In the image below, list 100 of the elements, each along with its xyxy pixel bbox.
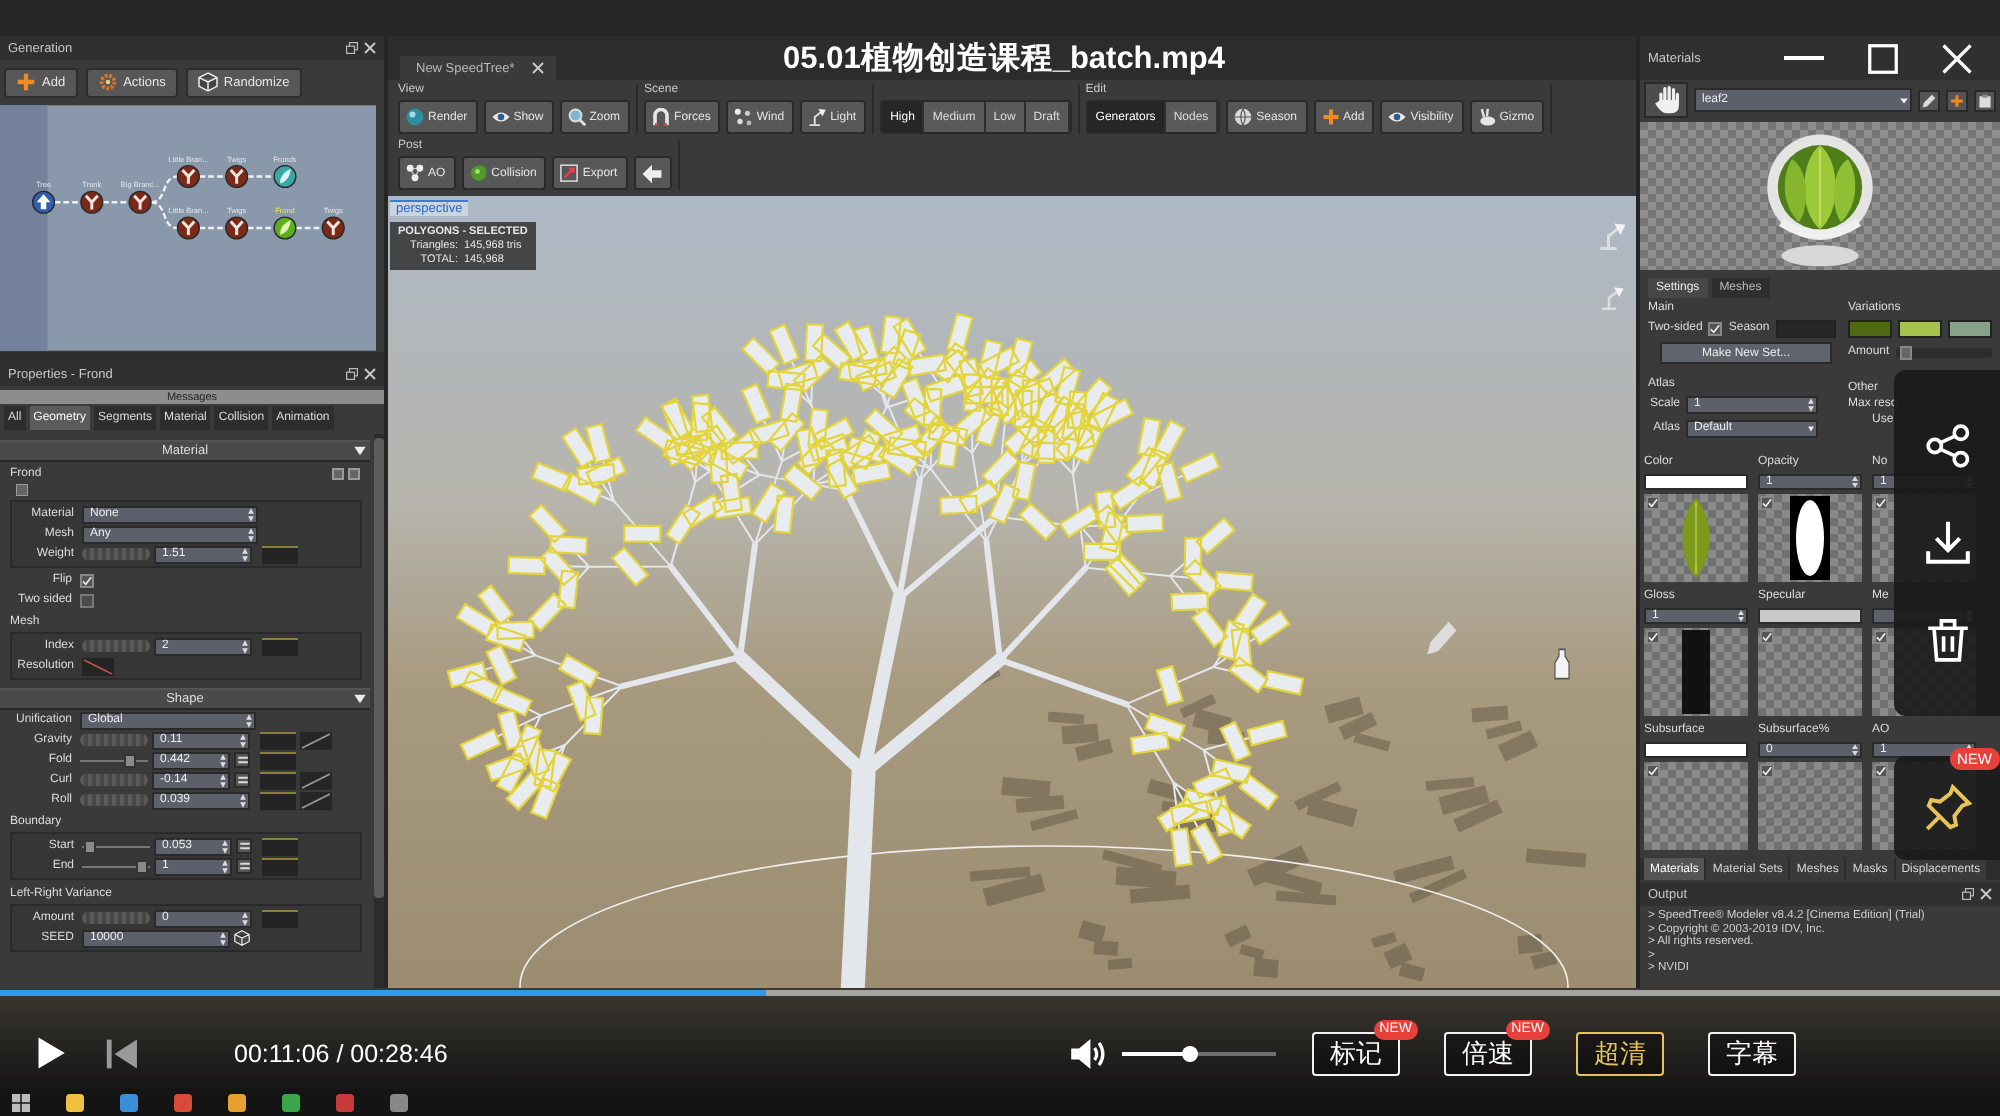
drag-field[interactable] bbox=[82, 912, 150, 924]
slider-track[interactable] bbox=[80, 753, 148, 767]
color-swatch[interactable] bbox=[1644, 742, 1748, 758]
link-button[interactable] bbox=[236, 838, 252, 854]
drag-field[interactable] bbox=[80, 734, 148, 746]
link-button[interactable] bbox=[236, 858, 252, 874]
play-button[interactable] bbox=[36, 1036, 66, 1070]
checkbox[interactable] bbox=[1760, 764, 1774, 778]
slider-track[interactable] bbox=[82, 859, 150, 873]
player-option-button[interactable]: 倍速 bbox=[1444, 1031, 1532, 1075]
close-button[interactable] bbox=[1942, 43, 1972, 73]
player-option-button[interactable]: 字幕 bbox=[1708, 1031, 1796, 1075]
curve-field[interactable] bbox=[260, 751, 296, 769]
equals-icon bbox=[239, 862, 249, 870]
player-option-button[interactable]: 超清 bbox=[1576, 1031, 1664, 1075]
color-swatch[interactable] bbox=[1898, 319, 1942, 337]
curve-thumbnail[interactable] bbox=[300, 731, 332, 749]
volume-button[interactable] bbox=[1070, 1035, 1106, 1071]
progress-track[interactable] bbox=[0, 990, 2000, 996]
color-swatch[interactable] bbox=[1848, 319, 1892, 337]
curve-field[interactable] bbox=[260, 771, 296, 789]
taskbar-app-icon[interactable] bbox=[228, 1094, 246, 1112]
back-button[interactable] bbox=[633, 156, 672, 190]
taskbar-app-icon[interactable] bbox=[174, 1094, 192, 1112]
float-icon[interactable] bbox=[1962, 888, 1974, 900]
checkbox[interactable] bbox=[1874, 630, 1888, 644]
color-swatch[interactable] bbox=[1644, 474, 1748, 490]
add-button[interactable] bbox=[1946, 89, 1968, 111]
checkbox[interactable] bbox=[1708, 321, 1723, 335]
checkbox[interactable] bbox=[1646, 630, 1660, 644]
minimize-icon bbox=[1784, 56, 1824, 60]
graph-node[interactable] bbox=[128, 190, 152, 214]
close-icon[interactable] bbox=[364, 368, 376, 380]
taskbar-app-icon[interactable] bbox=[120, 1094, 138, 1112]
graph-node[interactable] bbox=[273, 216, 297, 240]
checkbox[interactable] bbox=[80, 573, 94, 587]
slider-thumb[interactable] bbox=[124, 753, 137, 767]
curve-field[interactable] bbox=[260, 791, 296, 809]
checkbox[interactable] bbox=[1874, 496, 1888, 510]
delete-button[interactable] bbox=[1925, 617, 1969, 662]
rename-button[interactable] bbox=[1918, 89, 1940, 111]
graph-node[interactable] bbox=[225, 216, 249, 240]
drag-field[interactable] bbox=[82, 640, 150, 652]
taskbar-app-icon[interactable] bbox=[336, 1094, 354, 1112]
taskbar-app-icon[interactable] bbox=[390, 1094, 408, 1112]
curve-thumbnail[interactable] bbox=[300, 791, 332, 809]
scrollbar[interactable] bbox=[374, 434, 384, 988]
checkbox[interactable] bbox=[1646, 764, 1660, 778]
texture-slot[interactable] bbox=[1758, 494, 1862, 582]
link-button[interactable] bbox=[234, 772, 250, 788]
cube-icon[interactable] bbox=[234, 930, 250, 946]
float-icon[interactable] bbox=[346, 368, 358, 380]
checkbox[interactable] bbox=[1760, 630, 1774, 644]
start-icon[interactable] bbox=[12, 1094, 30, 1112]
color-swatch[interactable] bbox=[1758, 608, 1862, 624]
color-swatch[interactable] bbox=[1775, 319, 1836, 337]
curve-thumbnail[interactable] bbox=[82, 657, 114, 675]
taskbar-app-icon[interactable] bbox=[282, 1094, 300, 1112]
color-swatch[interactable] bbox=[1948, 319, 1992, 337]
slider-track[interactable] bbox=[82, 839, 150, 853]
curve-field[interactable] bbox=[262, 857, 298, 875]
curve-field[interactable] bbox=[262, 637, 298, 655]
curve-field[interactable] bbox=[262, 545, 298, 563]
hand-button[interactable] bbox=[1644, 82, 1688, 118]
curve-field[interactable] bbox=[260, 731, 296, 749]
checkbox[interactable] bbox=[1646, 496, 1660, 510]
curve-field[interactable] bbox=[262, 837, 298, 855]
pin-button[interactable] bbox=[1923, 784, 1971, 832]
checkbox[interactable] bbox=[1760, 496, 1774, 510]
graph-node[interactable] bbox=[31, 190, 56, 214]
slider-thumb[interactable] bbox=[1900, 345, 1913, 359]
previous-button[interactable] bbox=[106, 1037, 138, 1069]
checkbox[interactable] bbox=[1874, 764, 1888, 778]
checkbox[interactable] bbox=[80, 593, 94, 607]
download-button[interactable] bbox=[1925, 520, 1969, 565]
taskbar-app-icon[interactable] bbox=[66, 1094, 84, 1112]
link-button[interactable] bbox=[234, 752, 250, 768]
curve-field[interactable] bbox=[262, 909, 298, 927]
volume-thumb[interactable] bbox=[1181, 1045, 1198, 1061]
graph-node[interactable] bbox=[225, 164, 249, 189]
slider-thumb[interactable] bbox=[84, 839, 97, 853]
slider-track[interactable] bbox=[1895, 347, 1992, 357]
drag-field[interactable] bbox=[80, 774, 148, 786]
drag-field[interactable] bbox=[80, 794, 148, 806]
close-icon[interactable] bbox=[1980, 888, 1992, 900]
graph-node[interactable] bbox=[321, 216, 345, 240]
close-icon[interactable] bbox=[364, 42, 376, 54]
player-option-button[interactable]: 标记 bbox=[1312, 1031, 1400, 1075]
maximize-button[interactable] bbox=[1868, 43, 1898, 73]
graph-node[interactable] bbox=[176, 164, 200, 189]
graph-node[interactable] bbox=[176, 216, 200, 240]
close-icon[interactable] bbox=[532, 62, 545, 74]
graph-node[interactable] bbox=[80, 190, 104, 214]
curve-thumbnail[interactable] bbox=[300, 771, 332, 789]
drag-field[interactable] bbox=[82, 548, 150, 560]
hand-icon bbox=[1653, 86, 1679, 114]
paste-button[interactable] bbox=[1974, 89, 1996, 111]
share-button[interactable] bbox=[1925, 424, 1969, 469]
slider-thumb[interactable] bbox=[135, 859, 148, 873]
float-icon[interactable] bbox=[346, 42, 358, 54]
